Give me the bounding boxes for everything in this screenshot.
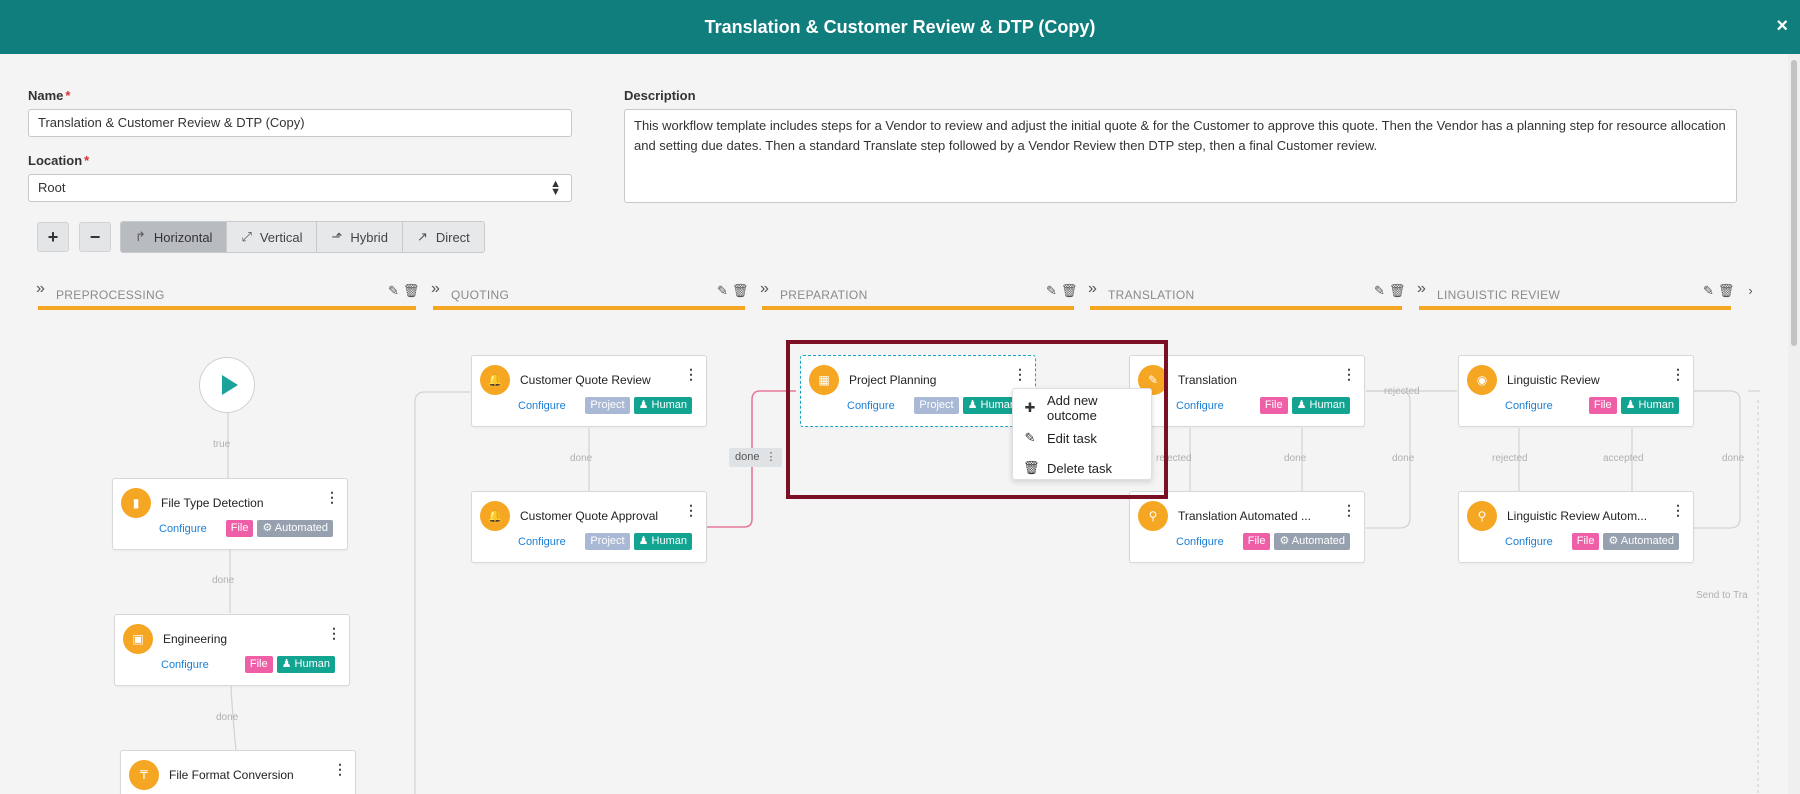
badge-file: File bbox=[1259, 397, 1288, 414]
badge-file: File bbox=[1588, 397, 1617, 414]
task-menu-icon[interactable]: ⋮ bbox=[325, 490, 339, 504]
label-done: done bbox=[1284, 453, 1307, 464]
configure-link[interactable]: Configure bbox=[1176, 400, 1224, 412]
label-rejected: rejected bbox=[1384, 386, 1420, 397]
bell-icon: 🔔 bbox=[480, 365, 510, 395]
outcome-chip-done[interactable]: done ⋮ bbox=[729, 448, 783, 467]
task-title: Linguistic Review bbox=[1507, 373, 1600, 387]
label-done: done bbox=[1392, 453, 1415, 464]
badge-file: File bbox=[225, 520, 254, 537]
task-menu-icon[interactable]: ⋮ bbox=[1342, 367, 1356, 381]
task-engineering[interactable]: ▣ Engineering ⋮ Configure File ♟ Human bbox=[114, 614, 350, 686]
label-done: done bbox=[216, 712, 239, 723]
task-translation-automated[interactable]: ⚲ Translation Automated ... ⋮ Configure … bbox=[1129, 491, 1365, 563]
pencil-icon: ✎ bbox=[1024, 430, 1036, 445]
menu-item-add-outcome[interactable]: ✚ Add new outcome bbox=[1013, 393, 1151, 423]
task-customer-quote-approval[interactable]: 🔔 Customer Quote Approval ⋮ Configure Pr… bbox=[471, 491, 707, 563]
plus-icon: ✚ bbox=[1024, 400, 1036, 415]
task-title: Translation Automated ... bbox=[1178, 509, 1311, 523]
configure-link[interactable]: Configure bbox=[1505, 400, 1553, 412]
search-icon: ⚲ bbox=[1138, 501, 1168, 531]
task-title: Linguistic Review Autom... bbox=[1507, 509, 1648, 523]
task-linguistic-review-automated[interactable]: ⚲ Linguistic Review Autom... ⋮ Configure… bbox=[1458, 491, 1694, 563]
label-done: done bbox=[1722, 453, 1745, 464]
task-menu-icon[interactable]: ⋮ bbox=[684, 367, 698, 381]
label-done: done bbox=[570, 453, 593, 464]
badge-file: File bbox=[244, 656, 273, 673]
task-menu-icon[interactable]: ⋮ bbox=[1671, 503, 1685, 517]
bell-icon: 🔔 bbox=[480, 501, 510, 531]
badge-project: Project bbox=[585, 397, 630, 414]
task-menu-icon[interactable]: ⋮ bbox=[684, 503, 698, 517]
task-title: Customer Quote Review bbox=[520, 373, 651, 387]
task-title: Engineering bbox=[163, 632, 228, 646]
label-rejected: rejected bbox=[1492, 453, 1528, 464]
badge-automated: ⚙ Automated bbox=[257, 520, 333, 537]
task-file-type-detection[interactable]: ▮ File Type Detection ⋮ Configure File ⚙ … bbox=[112, 478, 348, 550]
task-menu-icon[interactable]: ⋮ bbox=[1671, 367, 1685, 381]
badge-human: ♟ Human bbox=[1291, 397, 1350, 414]
menu-item-delete-task[interactable]: 🗑 Delete task bbox=[1013, 453, 1151, 483]
label-accepted: accepted bbox=[1603, 453, 1644, 464]
scrollbar[interactable] bbox=[1791, 60, 1797, 346]
configure-link[interactable]: Configure bbox=[161, 659, 209, 671]
badge-file: File bbox=[1571, 533, 1600, 550]
eye-icon: ◉ bbox=[1467, 365, 1497, 395]
conversion-icon: ₸ bbox=[129, 760, 159, 790]
menu-item-edit-task[interactable]: ✎ Edit task bbox=[1013, 423, 1151, 453]
label-done: done bbox=[212, 575, 235, 586]
trash-icon: 🗑 bbox=[1023, 460, 1040, 475]
badge-project: Project bbox=[585, 533, 630, 550]
engineering-icon: ▣ bbox=[123, 624, 153, 654]
task-title: File Format Conversion bbox=[169, 768, 294, 782]
task-title: File Type Detection bbox=[161, 496, 264, 510]
badge-human: ♟ Human bbox=[1620, 397, 1679, 414]
badge-human: ♟ Human bbox=[633, 397, 692, 414]
task-title: Customer Quote Approval bbox=[520, 509, 659, 523]
task-customer-quote-review[interactable]: 🔔 Customer Quote Review ⋮ Configure Proj… bbox=[471, 355, 707, 427]
configure-link[interactable]: Configure bbox=[159, 523, 207, 535]
configure-link[interactable]: Configure bbox=[518, 536, 566, 548]
task-linguistic-review[interactable]: ◉ Linguistic Review ⋮ Configure File ♟ Hu… bbox=[1458, 355, 1694, 427]
label-true: true bbox=[213, 439, 231, 450]
task-file-format-conversion[interactable]: ₸ File Format Conversion ⋮ bbox=[120, 750, 356, 794]
badge-human: ♟ Human bbox=[276, 656, 335, 673]
configure-link[interactable]: Configure bbox=[1176, 536, 1224, 548]
label-send-to: Send to Tra bbox=[1696, 590, 1748, 601]
configure-link[interactable]: Configure bbox=[1505, 536, 1553, 548]
task-menu-icon[interactable]: ⋮ bbox=[1342, 503, 1356, 517]
play-icon bbox=[221, 375, 238, 395]
task-menu-icon[interactable]: ⋮ bbox=[327, 626, 341, 640]
badge-human: ♟ Human bbox=[633, 533, 692, 550]
task-context-menu: ✚ Add new outcome ✎ Edit task 🗑 Delete task bbox=[1012, 388, 1152, 480]
connector-to-quote-review bbox=[414, 391, 470, 794]
outcome-menu-icon[interactable]: ⋮ bbox=[765, 450, 776, 465]
task-menu-icon[interactable]: ⋮ bbox=[333, 762, 347, 776]
file-icon: ▮ bbox=[121, 488, 151, 518]
start-node[interactable] bbox=[199, 357, 255, 413]
badge-automated: ⚙ Automated bbox=[1603, 533, 1679, 550]
badge-automated: ⚙ Automated bbox=[1274, 533, 1350, 550]
configure-link[interactable]: Configure bbox=[518, 400, 566, 412]
badge-file: File bbox=[1242, 533, 1271, 550]
search-icon: ⚲ bbox=[1467, 501, 1497, 531]
task-title: Translation bbox=[1178, 373, 1237, 387]
